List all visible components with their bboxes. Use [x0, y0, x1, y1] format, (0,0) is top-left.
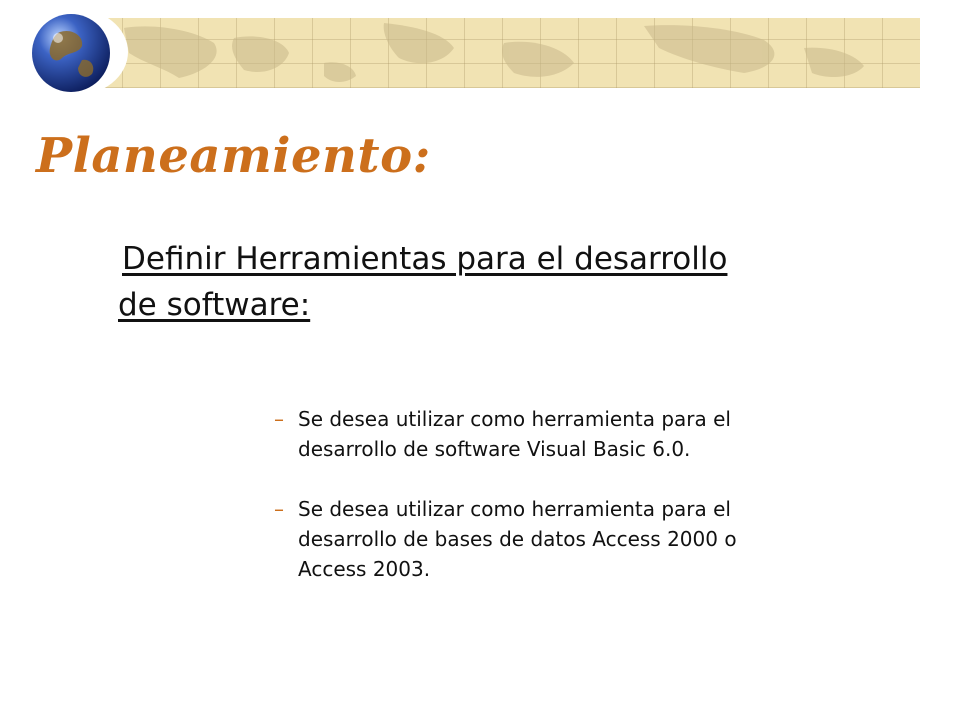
- globe-icon: [30, 12, 112, 94]
- subtitle: Definir Herramientas para el desarrollo …: [118, 236, 878, 328]
- bullet-2-line-3: Access 2003.: [298, 557, 431, 581]
- bullet-1-line-2: desarrollo de software Visual Basic 6.0.: [298, 437, 691, 461]
- bullet-dash: –: [274, 497, 284, 521]
- world-map-banner: [84, 18, 920, 88]
- bullet-1-line-1: Se desea utilizar como herramienta para …: [298, 407, 731, 431]
- bullet-list: – Se desea utilizar como herramienta par…: [274, 404, 874, 614]
- subtitle-line-2: de software:: [118, 287, 311, 323]
- slide-title: Planeamiento:: [36, 128, 431, 184]
- bullet-item-2: – Se desea utilizar como herramienta par…: [274, 494, 874, 584]
- bullet-dash: –: [274, 407, 284, 431]
- subtitle-line-1: Definir Herramientas para el desarrollo: [122, 241, 728, 277]
- bullet-2-line-2: desarrollo de bases de datos Access 2000…: [298, 527, 737, 551]
- world-map-graphic: [124, 23, 864, 82]
- slide: Planeamiento: Definir Herramientas para …: [0, 0, 960, 720]
- bullet-2-line-1: Se desea utilizar como herramienta para …: [298, 497, 731, 521]
- bullet-item-1: – Se desea utilizar como herramienta par…: [274, 404, 874, 464]
